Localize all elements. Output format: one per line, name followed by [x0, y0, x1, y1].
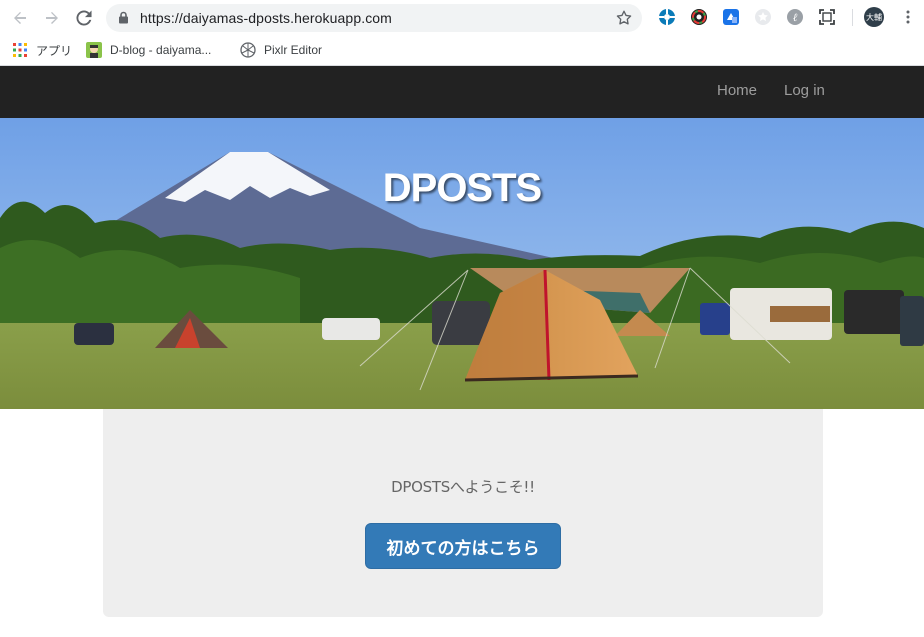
svg-text:ℓ: ℓ: [793, 11, 798, 24]
welcome-text: DPOSTSへようこそ!!: [391, 478, 535, 496]
bookmark-label: D-blog - daiyama...: [110, 43, 212, 57]
address-bar[interactable]: https://daiyamas-dposts.herokuapp.com: [106, 4, 642, 32]
reload-icon: [76, 10, 92, 26]
bookmark-star-icon[interactable]: [615, 9, 633, 27]
extension-e-icon[interactable]: ℓ: [786, 8, 804, 26]
screenshot-frame-icon[interactable]: [818, 8, 836, 26]
back-button[interactable]: [8, 6, 32, 30]
lock-icon: [119, 11, 128, 24]
bookmark-pixlr[interactable]: Pixlr Editor: [240, 41, 322, 59]
pixlr-icon: [240, 42, 256, 58]
extension-star-icon[interactable]: [754, 8, 772, 26]
bookmark-label: Pixlr Editor: [264, 43, 323, 57]
extension-color-wheel-icon[interactable]: [690, 8, 708, 26]
reload-button[interactable]: [72, 6, 96, 30]
arrow-left-icon: [14, 12, 26, 24]
extension-blue-icon[interactable]: [658, 8, 676, 26]
extension-g-icon[interactable]: [722, 8, 740, 26]
arrow-right-icon: [46, 12, 58, 24]
toolbar-divider: [852, 9, 853, 26]
forward-button[interactable]: [40, 6, 64, 30]
bookmarks-bar: アプリ D-blog - daiyama... Pixlr Editor: [0, 35, 924, 66]
hero-title: DPOSTS: [382, 166, 542, 210]
apps-grid-icon: [12, 42, 28, 58]
profile-avatar[interactable]: 大輔: [864, 7, 884, 27]
first-time-button[interactable]: 初めての方はこちら: [365, 523, 561, 569]
bookmark-apps[interactable]: アプリ: [12, 41, 72, 59]
hero-banner: DPOSTS: [0, 118, 924, 409]
d-blog-favicon: [86, 42, 102, 58]
welcome-jumbotron: DPOSTSへようこそ!! 初めての方はこちら: [103, 409, 823, 617]
url-text: https://daiyamas-dposts.herokuapp.com: [140, 10, 392, 26]
bookmark-d-blog[interactable]: D-blog - daiyama...: [86, 41, 211, 59]
campsite-photo: [0, 118, 924, 409]
nav-home-link[interactable]: Home: [717, 82, 757, 99]
nav-login-link[interactable]: Log in: [784, 82, 825, 99]
browser-toolbar: https://daiyamas-dposts.herokuapp.com ℓ …: [0, 0, 924, 35]
site-navbar: Home Log in: [0, 66, 924, 118]
bookmark-label: アプリ: [36, 43, 73, 58]
more-options-icon[interactable]: [900, 9, 916, 25]
